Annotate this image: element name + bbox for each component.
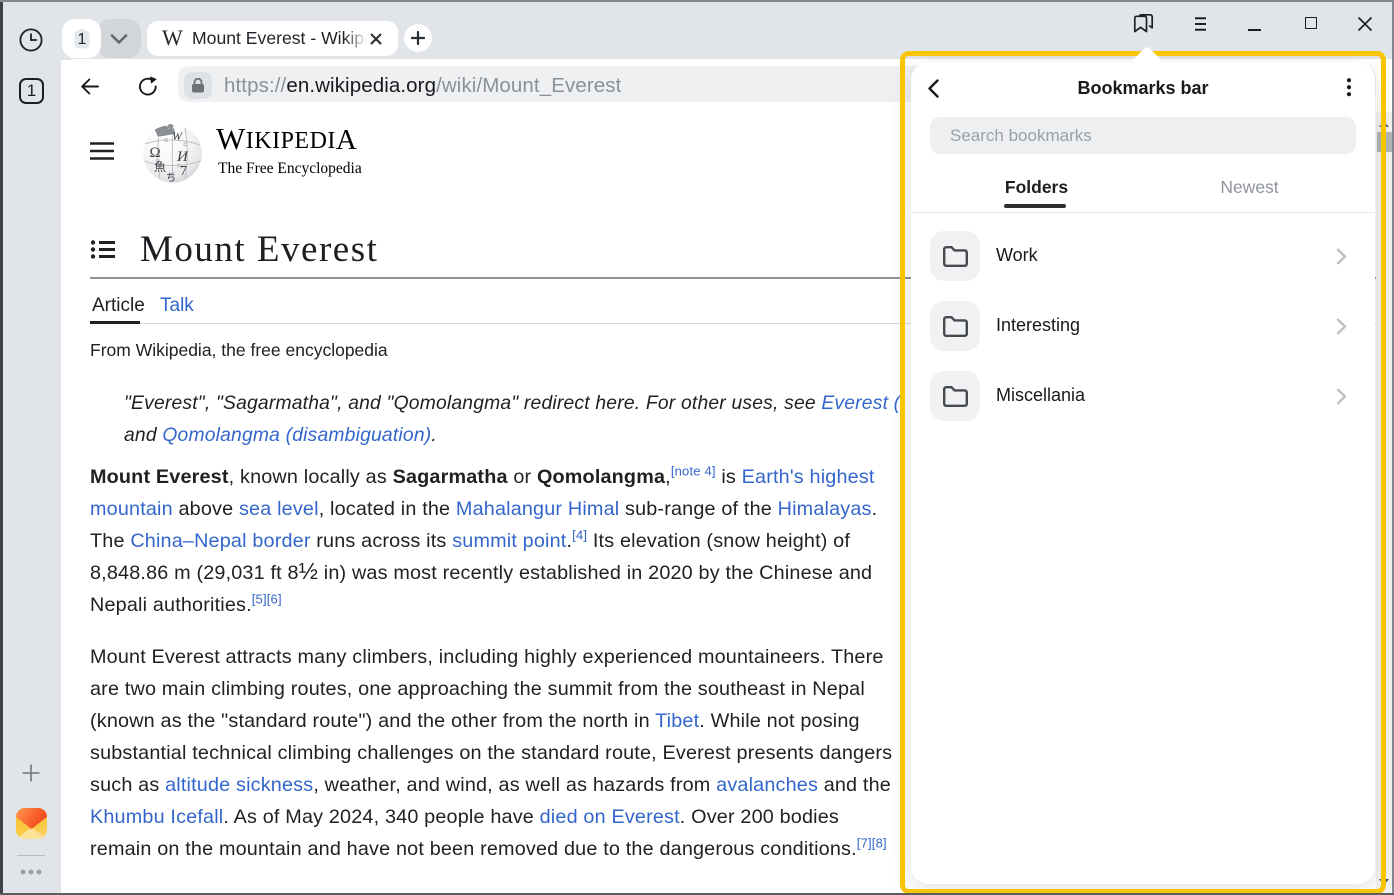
svg-text:И: И [176, 149, 189, 165]
svg-text:ち: ち [166, 172, 176, 183]
svg-text:7: 7 [180, 164, 187, 179]
svg-text:魚: 魚 [154, 160, 166, 174]
svg-text:1: 1 [77, 31, 86, 48]
svg-text:Ω: Ω [150, 145, 161, 161]
svg-text:W: W [172, 129, 183, 143]
